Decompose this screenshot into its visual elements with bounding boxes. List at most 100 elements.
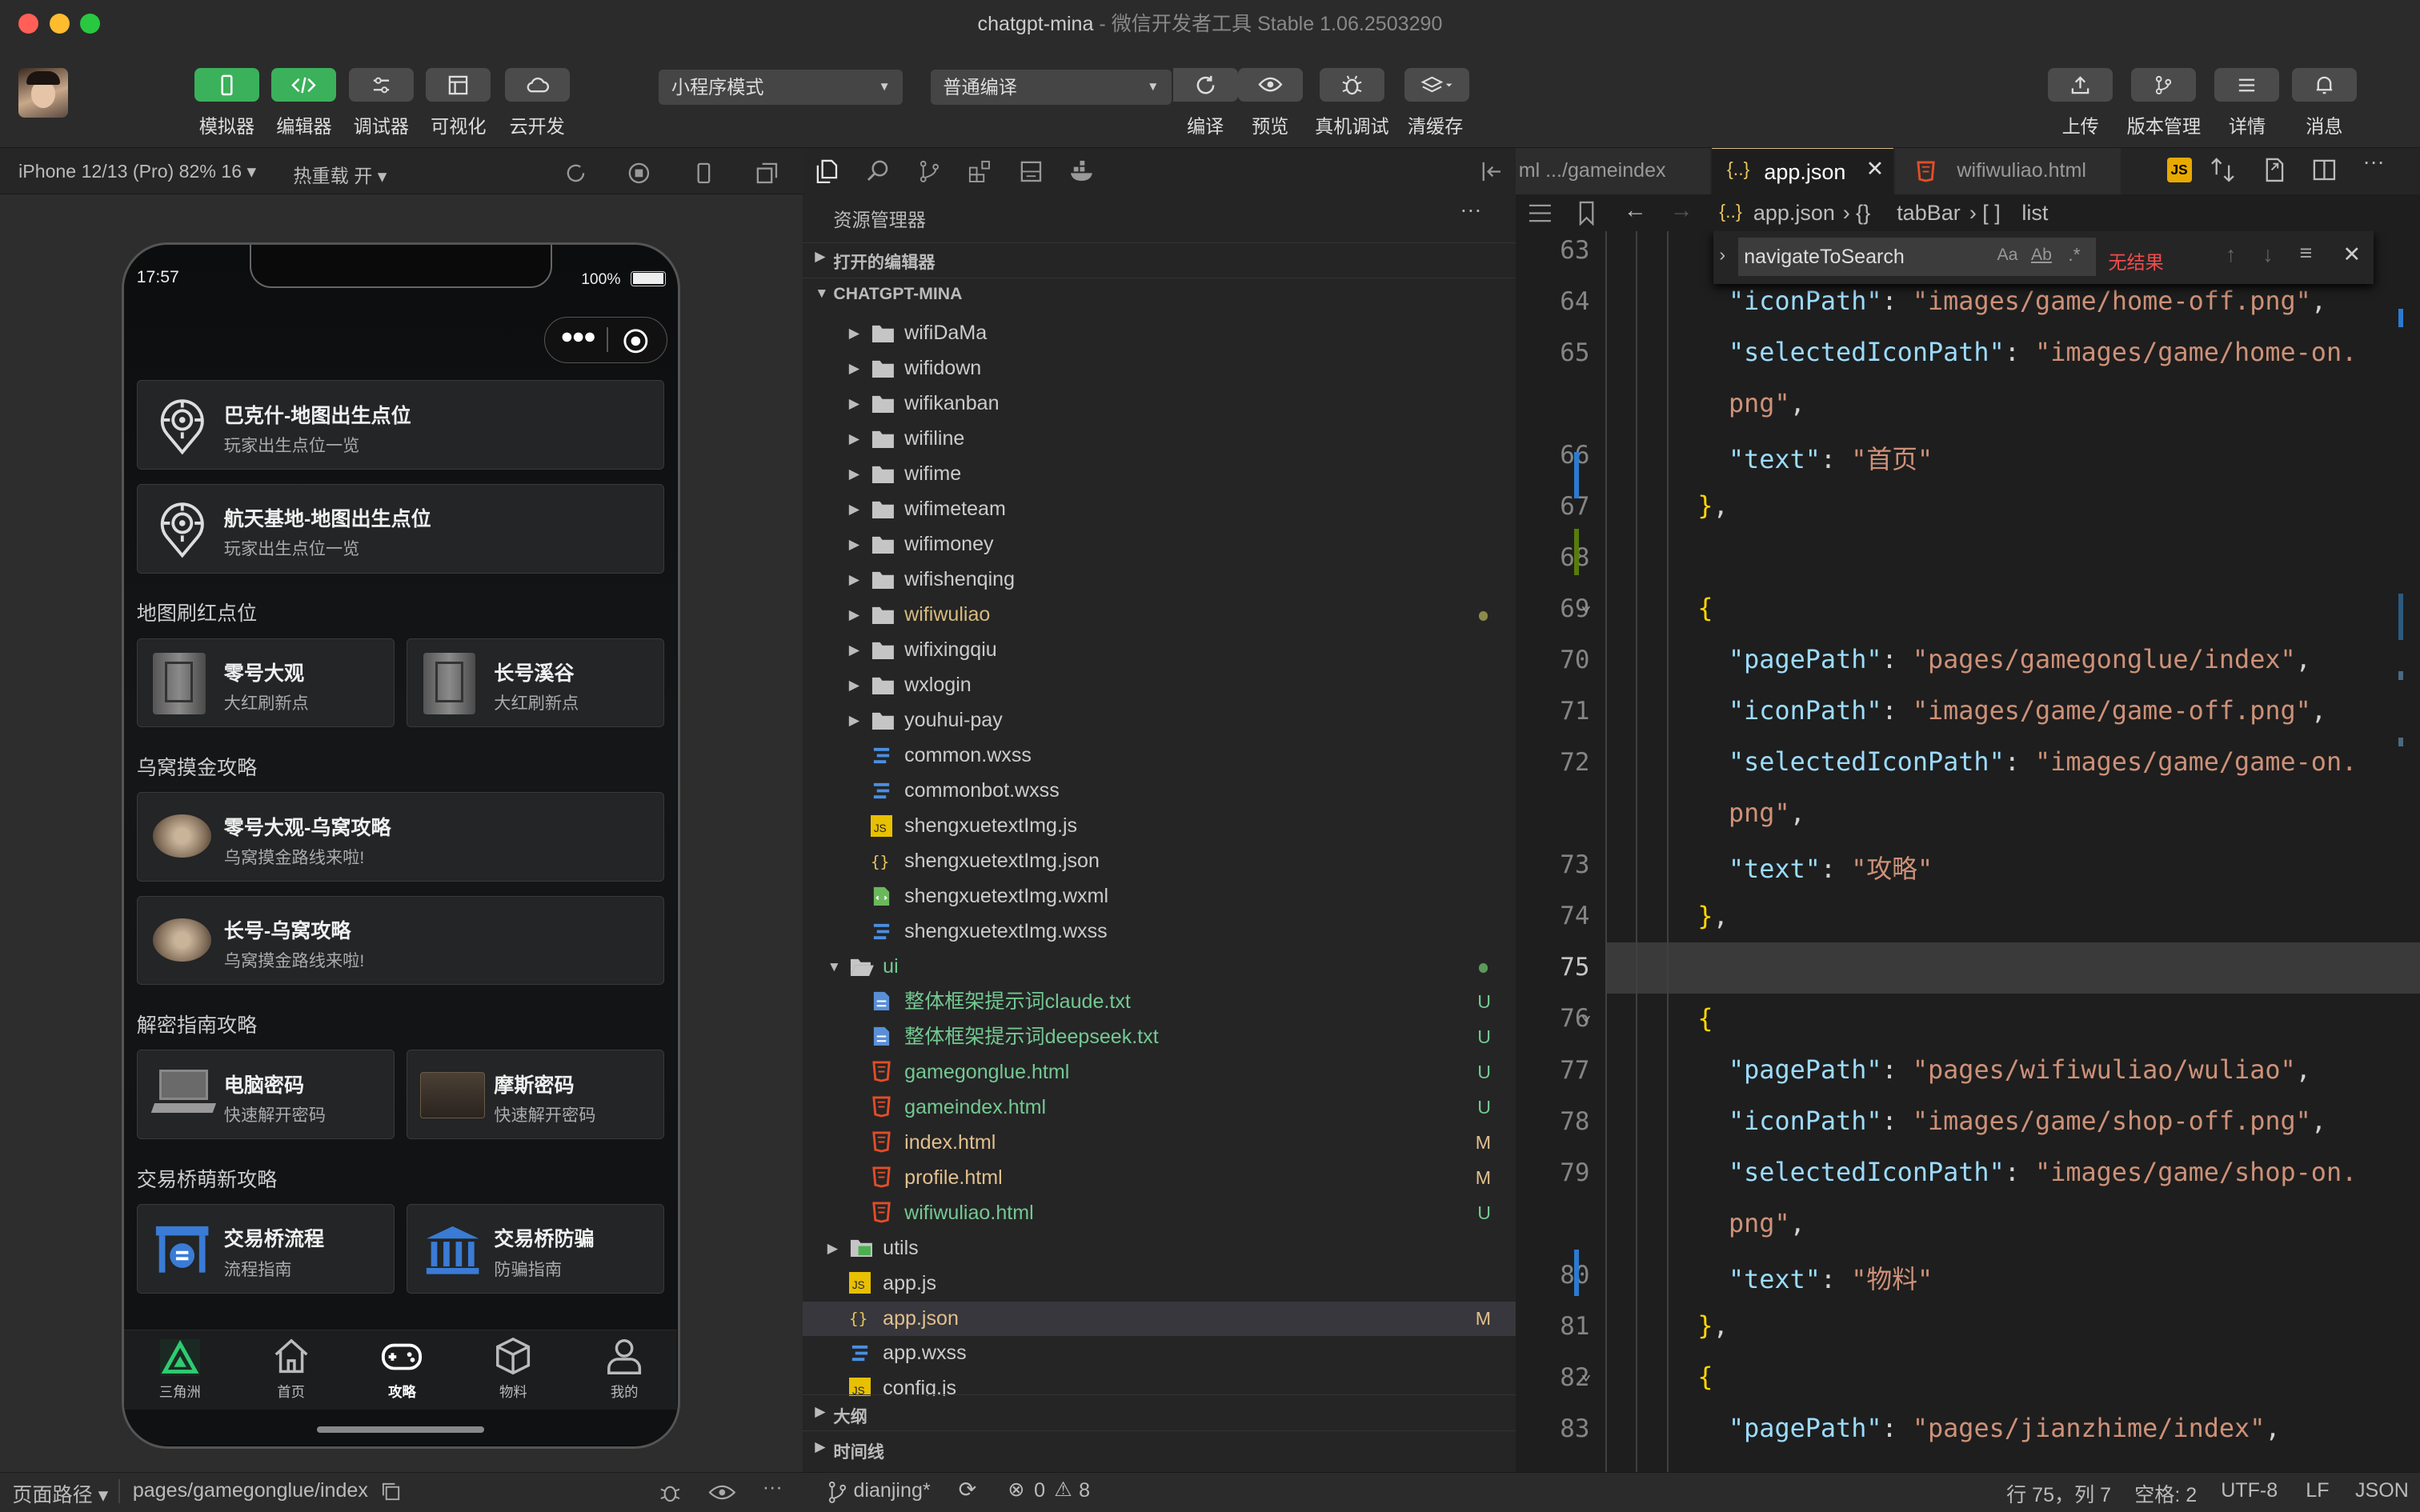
upload-button[interactable] (2048, 67, 2113, 102)
files-icon[interactable] (815, 159, 839, 184)
docker-icon[interactable] (1069, 159, 1097, 184)
visual-toggle-button[interactable] (426, 67, 491, 102)
compare-icon[interactable] (2210, 157, 2235, 182)
tree-folder[interactable]: ▶ wifiwuliao (803, 598, 1516, 633)
previous-match-icon[interactable]: ↑ (2226, 242, 2237, 267)
tab-home[interactable]: 首页 (235, 1330, 347, 1402)
more-icon[interactable]: ●●● (560, 324, 596, 349)
fold-chevron-icon[interactable]: ⌄ (1581, 594, 1592, 615)
collapse-panel-icon[interactable] (1479, 161, 1504, 182)
search-icon[interactable] (866, 159, 891, 184)
list-icon[interactable] (1528, 202, 1553, 224)
messages-button[interactable] (2291, 67, 2357, 102)
js-badge-icon[interactable]: JS (2166, 157, 2192, 182)
tree-folder[interactable]: ▶ wifidown (803, 351, 1516, 386)
page-path-label[interactable]: 页面路径 ▾ (12, 1479, 108, 1508)
version-button[interactable] (2131, 67, 2197, 102)
indent-setting[interactable]: 空格: 2 (2134, 1479, 2197, 1508)
tree-file[interactable]: index.html M (803, 1126, 1516, 1161)
close-find-icon[interactable]: ✕ (2343, 242, 2362, 267)
spawn-card-aerospace[interactable]: 航天基地-地图出生点位 玩家出生点位一览 (136, 483, 665, 574)
next-match-icon[interactable]: ↓ (2262, 242, 2274, 267)
source-control-icon[interactable] (917, 159, 942, 184)
tree-file[interactable]: shengxuetextImg.wxml (803, 879, 1516, 914)
tree-folder[interactable]: ▶ wifikanban (803, 386, 1516, 422)
tree-folder[interactable]: ▶ wifime (803, 457, 1516, 492)
debugger-toggle-button[interactable] (348, 67, 414, 102)
editor-tab-active[interactable]: {..} app.json ✕ (1711, 148, 1894, 194)
minimize-window-button[interactable] (49, 14, 70, 34)
tree-folder[interactable]: ▶ wifixingqiu (803, 633, 1516, 668)
match-case-icon[interactable]: Aa (1997, 246, 2018, 265)
mode-select[interactable]: 小程序模式 ▼ (659, 69, 903, 106)
tree-folder[interactable]: ▶ wifiline (803, 422, 1516, 457)
guide-card[interactable]: 交易桥防骗 防骗指南 (407, 1204, 665, 1294)
tree-file[interactable]: {} app.json M (802, 1301, 1516, 1337)
tab-guide[interactable]: 攻略 (347, 1330, 458, 1402)
tree-folder[interactable]: ▶ wifishenqing (803, 562, 1516, 598)
tree-file[interactable]: 整体框架提示词claude.txt U (803, 985, 1516, 1020)
editor-tab[interactable]: wifiwuliao.html (1895, 148, 2121, 194)
code-editor[interactable]: 63 64 "iconPath": "images/game/home-off.pn… (1515, 231, 2420, 1472)
fold-chevron-icon[interactable]: ⌄ (1581, 1363, 1592, 1384)
tree-file[interactable]: commonbot.wxss (803, 774, 1516, 809)
tree-file[interactable]: JS shengxuetextImg.js (803, 809, 1516, 844)
tree-file[interactable]: shengxuetextImg.wxss (803, 914, 1516, 950)
branch-icon[interactable] (826, 1480, 847, 1505)
guide-card[interactable]: 电脑密码 快速解开密码 (136, 1050, 395, 1140)
open-file-icon[interactable] (2262, 158, 2287, 182)
avatar[interactable] (18, 67, 68, 118)
close-mini-icon[interactable] (622, 327, 650, 355)
tree-folder[interactable]: ▶ utils (803, 1231, 1516, 1266)
line-ending[interactable]: LF (2306, 1479, 2329, 1502)
find-in-selection-icon[interactable]: ≡ (2300, 241, 2313, 266)
open-editors-header[interactable]: ▶ 打开的编辑器 (802, 242, 1516, 276)
guide-card[interactable]: 长号溪谷 大红刷新点 (407, 638, 665, 728)
tree-file[interactable]: profile.html M (803, 1161, 1516, 1196)
whole-word-icon[interactable]: Ab (2031, 246, 2052, 265)
project-header[interactable]: ▼ CHATGPT-MINA (802, 278, 1516, 311)
tree-folder[interactable]: ▼ ui (803, 950, 1516, 985)
guide-card[interactable]: 零号大观 大红刷新点 (136, 638, 395, 728)
outline-header[interactable]: ▶ 大纲 (802, 1394, 1516, 1430)
remote-debug-button[interactable] (1319, 67, 1384, 102)
regex-icon[interactable]: .* (2068, 244, 2080, 266)
details-button[interactable] (2214, 67, 2280, 102)
simulator-toggle-button[interactable] (194, 67, 259, 102)
clear-cache-button[interactable] (1404, 67, 1469, 102)
split-editor-icon[interactable] (2312, 158, 2337, 182)
tree-file[interactable]: 整体框架提示词deepseek.txt U (803, 1020, 1516, 1055)
tree-file[interactable]: gameindex.html U (803, 1090, 1516, 1126)
tree-file[interactable]: common.wxss (803, 738, 1516, 774)
breadcrumb-item[interactable]: tabBar (1897, 201, 1961, 226)
compile-select[interactable]: 普通编译 ▼ (930, 69, 1172, 106)
guide-card[interactable]: 零号大观-乌窝攻略 乌窝摸金路线来啦! (136, 792, 665, 882)
toggle-replace-icon[interactable]: › (1719, 244, 1725, 266)
eye-icon[interactable] (708, 1482, 736, 1503)
extensions-icon[interactable] (968, 159, 992, 184)
encoding[interactable]: UTF-8 (2221, 1479, 2278, 1502)
find-input[interactable]: navigateToSearch Aa Ab .* (1737, 237, 2096, 277)
fold-chevron-icon[interactable]: ⌄ (1581, 1004, 1592, 1025)
breadcrumb-item[interactable]: list (2021, 201, 2048, 226)
breadcrumb-item[interactable]: app.json (1753, 201, 1835, 226)
cursor-position[interactable]: 行 75，列 7 (2006, 1479, 2111, 1508)
git-branch[interactable]: dianjing* (853, 1479, 930, 1502)
warning-icon[interactable]: ⚠ (1054, 1478, 1072, 1502)
guide-card[interactable]: 长号-乌窝攻略 乌窝摸金路线来啦! (136, 895, 665, 986)
spawn-card-bakshi[interactable]: 巴克什-地图出生点位 玩家出生点位一览 (136, 380, 665, 470)
tab-materials[interactable]: 物料 (458, 1330, 569, 1402)
guide-card[interactable]: 摩斯密码 快速解开密码 (407, 1050, 665, 1140)
tree-file[interactable]: JS config.js (803, 1371, 1516, 1397)
back-arrow-icon[interactable]: ← (1624, 198, 1647, 224)
timeline-header[interactable]: ▶ 时间线 (802, 1430, 1516, 1466)
sync-icon[interactable]: ⟳ (959, 1478, 977, 1502)
preview-button[interactable] (1237, 67, 1303, 102)
language-mode[interactable]: JSON (2355, 1479, 2409, 1502)
tree-folder[interactable]: ▶ wifiDaMa (803, 316, 1516, 351)
more-icon[interactable]: ··· (2363, 150, 2385, 174)
hot-reload-select[interactable]: 热重载 开 ▾ (293, 161, 387, 188)
tree-file[interactable]: app.wxss (803, 1336, 1516, 1371)
close-tab-icon[interactable]: ✕ (1866, 157, 1885, 182)
tree-file[interactable]: wifiwuliao.html U (803, 1196, 1516, 1231)
